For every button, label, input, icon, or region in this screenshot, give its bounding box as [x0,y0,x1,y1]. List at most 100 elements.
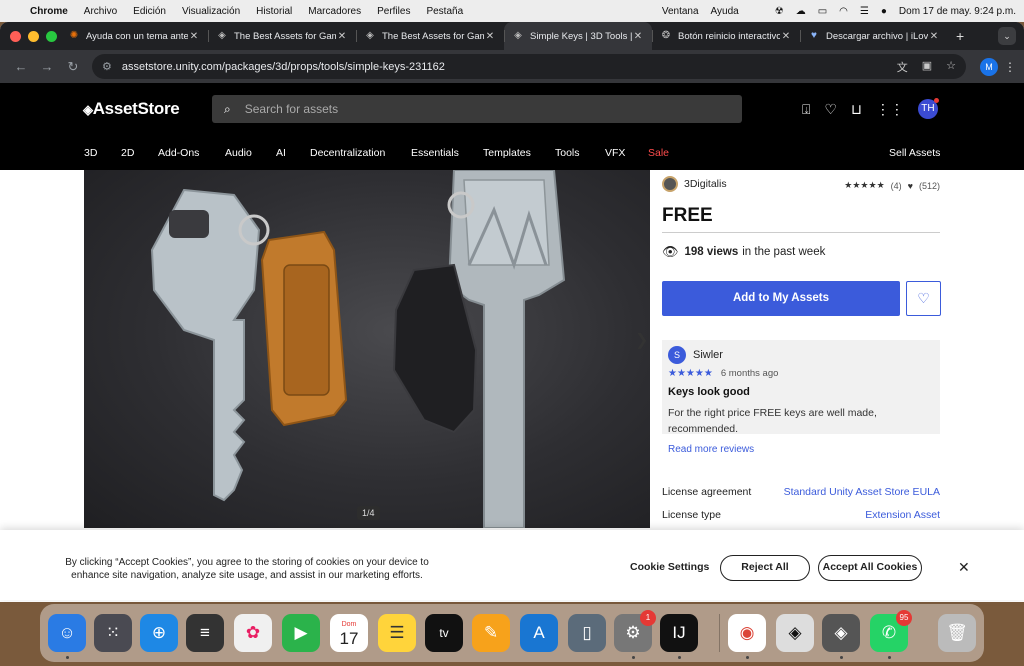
tab-descargar-archivo[interactable]: ♥ Descargar archivo | iLove ✕ [800,22,948,50]
cart-icon[interactable]: ⊔ [851,101,862,118]
nav-audio[interactable]: Audio [225,147,252,159]
menu-perfiles[interactable]: Perfiles [377,6,410,17]
menu-pestana[interactable]: Pestaña [426,6,463,17]
apps-grid-icon[interactable]: ⋮⋮ [876,101,904,118]
user-avatar[interactable]: TH [917,98,939,119]
sell-assets-link[interactable]: Sell Assets [889,147,940,159]
tab-ayuda[interactable]: ✺ Ayuda con un tema anter ✕ [60,22,208,50]
license-agreement-link[interactable]: Standard Unity Asset Store EULA [784,486,940,498]
menubar-clock[interactable]: Dom 17 de may. 9:24 p.m. [899,6,1016,17]
photos-icon[interactable]: ✿ [234,614,272,652]
menu-archivo[interactable]: Archivo [84,6,117,17]
close-icon[interactable]: ✕ [632,31,644,42]
nav-sale[interactable]: Sale [648,147,669,159]
nav-essentials[interactable]: Essentials [411,147,459,159]
menu-app-name[interactable]: Chrome [30,6,68,17]
tab-best-assets-2[interactable]: ◈ The Best Assets for Gam ✕ [356,22,504,50]
license-type-link[interactable]: Extension Asset [865,509,940,521]
radioactive-icon[interactable]: ☢ [775,6,784,17]
launchpad-icon[interactable]: ⁙ [94,614,132,652]
read-more-reviews-link[interactable]: Read more reviews [668,444,754,455]
siri-icon[interactable]: ● [881,6,887,17]
tab-title: Ayuda con un tema anter [86,30,188,42]
nav-vfx[interactable]: VFX [605,147,625,159]
new-tab-button[interactable]: + [956,28,964,44]
cookie-settings-button[interactable]: Cookie Settings [630,561,709,573]
notes-icon[interactable]: ☰ [378,614,416,652]
menu-ayuda[interactable]: Ayuda [711,6,739,17]
nav-decentralization[interactable]: Decentralization [310,147,385,159]
pages-icon[interactable]: ✎ [472,614,510,652]
unity-icon[interactable]: ◈ [822,614,860,652]
close-icon[interactable]: ✕ [958,559,970,576]
asset-store-logo[interactable]: ◈AssetStore [83,99,180,119]
app-store-icon[interactable]: A [520,614,558,652]
add-to-wishlist-button[interactable]: ♡ [906,281,941,316]
facetime-icon[interactable]: ▶ [282,614,320,652]
menu-edicion[interactable]: Edición [133,6,166,17]
menu-marcadores[interactable]: Marcadores [308,6,361,17]
tab-bar: ✺ Ayuda con un tema anter ✕ ◈ The Best A… [0,22,1024,50]
minimize-window-button[interactable] [28,30,39,42]
maximize-window-button[interactable] [46,30,57,42]
rating-summary[interactable]: ★★★★★ (4) ♥ (512) [844,180,940,191]
control-center-icon[interactable]: ☰ [860,6,869,17]
downloads-icon[interactable]: ⍗ [802,101,810,118]
translate-icon[interactable]: 文 [897,59,908,75]
back-arrow-icon[interactable]: ← [8,59,34,74]
menu-visualizacion[interactable]: Visualización [182,6,240,17]
close-icon[interactable]: ✕ [928,31,940,42]
add-to-my-assets-button[interactable]: Add to My Assets [662,281,900,316]
close-window-button[interactable] [10,30,21,42]
reload-icon[interactable]: ↻ [60,59,86,75]
simulator-icon[interactable]: ▯ [568,614,606,652]
menu-historial[interactable]: Historial [256,6,292,17]
cloud-icon[interactable]: ☁ [796,6,806,17]
nav-ai[interactable]: AI [276,147,286,159]
publisher-name: 3Digitalis [684,178,727,190]
chevron-down-icon[interactable]: ⌄ [998,27,1016,45]
site-info-icon[interactable]: ⚙ [102,60,112,73]
more-options-icon[interactable]: ⋮ [1004,60,1016,74]
nav-add-ons[interactable]: Add-Ons [158,147,199,159]
search-placeholder: Search for assets [244,102,339,116]
finder-icon[interactable]: ☺ [48,614,86,652]
tab-simple-keys[interactable]: ◈ Simple Keys | 3D Tools | ✕ [504,22,652,50]
tab-best-assets-1[interactable]: ◈ The Best Assets for Gam ✕ [208,22,356,50]
publisher-link[interactable]: 3Digitalis [662,176,727,192]
chrome-icon[interactable]: ◉ [728,614,766,652]
wifi-icon[interactable]: ◠ [839,6,848,17]
url-text[interactable]: assetstore.unity.com/packages/3d/props/t… [122,61,445,73]
bookmark-star-icon[interactable]: ☆ [946,59,956,75]
reviewer-name[interactable]: Siwler [693,349,723,361]
nav-3d[interactable]: 3D [84,147,97,159]
unity-hub-icon[interactable]: ◈ [776,614,814,652]
reject-all-button[interactable]: Reject All [720,555,810,581]
cast-icon[interactable]: ▣ [922,59,932,75]
tab-boton-reinicio[interactable]: ❂ Botón reinicio interactivo ✕ [652,22,800,50]
close-icon[interactable]: ✕ [484,31,496,42]
appletv-icon[interactable]: tv [425,614,463,652]
next-image-chevron-icon[interactable]: ❯ [635,330,648,350]
accept-all-cookies-button[interactable]: Accept All Cookies [818,555,922,581]
close-icon[interactable]: ✕ [780,31,792,42]
menu-ventana[interactable]: Ventana [662,6,699,17]
wishlist-heart-icon[interactable]: ♡ [824,101,837,118]
nav-2d[interactable]: 2D [121,147,134,159]
profile-avatar[interactable]: M [980,57,998,76]
nav-tools[interactable]: Tools [555,147,580,159]
close-icon[interactable]: ✕ [188,31,200,42]
calendar-icon[interactable]: Dom 17 [330,614,368,652]
nav-templates[interactable]: Templates [483,147,531,159]
product-image-carousel[interactable]: 1/4 [84,170,650,528]
forward-arrow-icon[interactable]: → [34,59,60,74]
close-icon[interactable]: ✕ [336,31,348,42]
cookie-message: By clicking “Accept Cookies”, you agree … [65,557,429,581]
intellij-icon[interactable]: IJ [660,614,698,652]
address-bar[interactable]: ⚙ assetstore.unity.com/packages/3d/props… [92,54,966,79]
trash-icon[interactable]: 🗑 [938,614,976,652]
battery-icon[interactable]: ▭ [818,6,827,17]
safari-icon[interactable]: ⊕ [140,614,178,652]
search-input[interactable]: ⌕ Search for assets [212,95,742,123]
reminders-icon[interactable]: ≡ [186,614,224,652]
